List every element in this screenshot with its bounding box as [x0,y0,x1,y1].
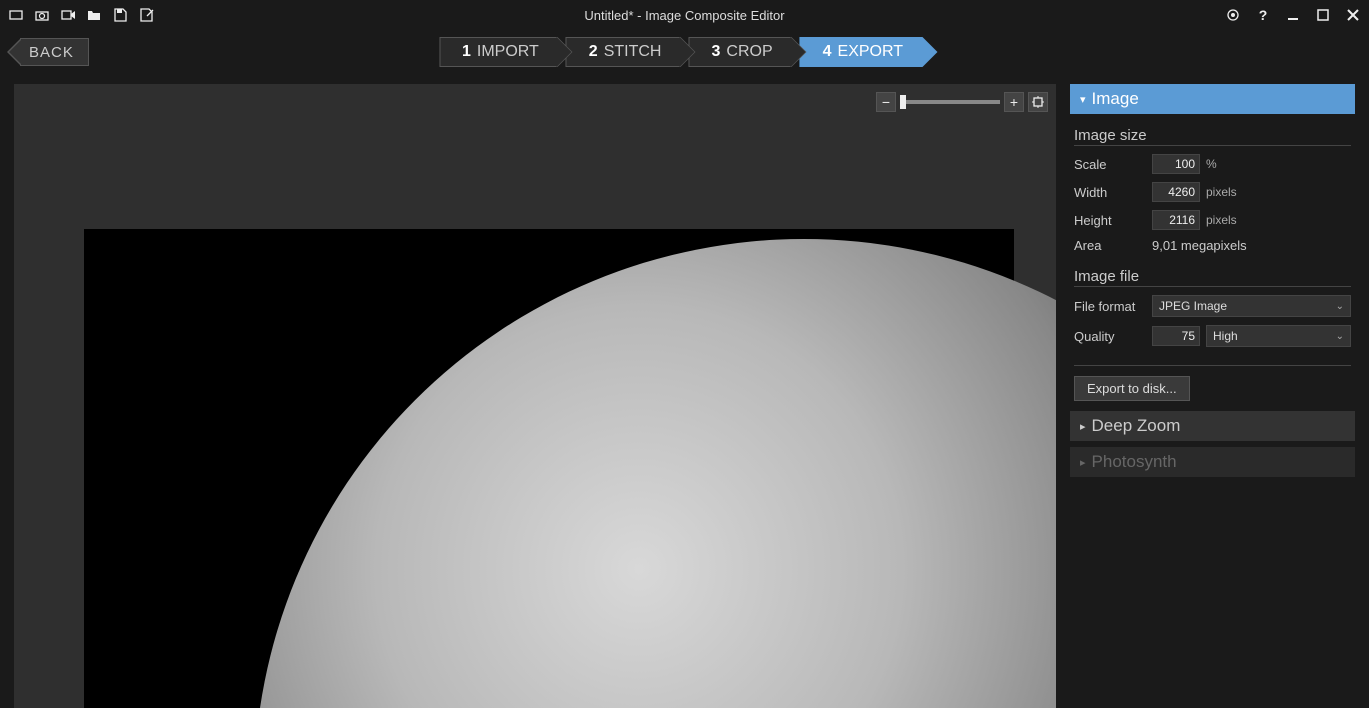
zoom-fit-button[interactable] [1028,92,1048,112]
height-label: Height [1074,213,1152,228]
panel-header-image[interactable]: ▾ Image [1070,84,1355,114]
section-image-file: Image file [1074,267,1351,287]
height-input[interactable] [1152,210,1200,230]
step-crop[interactable]: 3CROP [688,37,791,67]
save-as-icon[interactable] [138,7,154,23]
area-value: 9,01 megapixels [1152,238,1247,253]
format-value: JPEG Image [1159,299,1227,313]
save-icon[interactable] [112,7,128,23]
height-unit: pixels [1206,213,1237,227]
chevron-down-icon: ⌄ [1336,301,1344,312]
format-select[interactable]: JPEG Image ⌄ [1152,295,1351,317]
chevron-right-icon: ▸ [1080,420,1086,433]
panel-body-image: Image size Scale % Width pixels Height p… [1070,120,1355,405]
scale-unit: % [1206,157,1217,171]
panel-header-deepzoom[interactable]: ▸ Deep Zoom [1070,411,1355,441]
zoom-controls: − + [876,92,1048,112]
new-panorama-icon[interactable] [8,7,24,23]
panorama-preview [84,229,1014,708]
titlebar: Untitled* - Image Composite Editor ? [0,0,1369,30]
scale-input[interactable] [1152,154,1200,174]
zoom-slider[interactable] [900,100,1000,104]
minimize-icon[interactable] [1285,7,1301,23]
back-button[interactable]: BACK [20,38,89,66]
step-bar: BACK 1IMPORT 2STITCH 3CROP 4EXPORT [0,30,1369,74]
width-input[interactable] [1152,182,1200,202]
close-icon[interactable] [1345,7,1361,23]
panel-header-deepzoom-label: Deep Zoom [1092,416,1181,436]
preview-canvas[interactable]: − + [14,84,1056,708]
export-to-disk-button[interactable]: Export to disk... [1074,376,1190,401]
quality-preset-value: High [1213,329,1238,343]
panel-header-photosynth[interactable]: ▸ Photosynth [1070,447,1355,477]
chevron-down-icon: ⌄ [1336,331,1344,342]
chevron-down-icon: ▾ [1080,93,1086,106]
panel-header-image-label: Image [1092,89,1139,109]
open-icon[interactable] [86,7,102,23]
quality-input[interactable] [1152,326,1200,346]
maximize-icon[interactable] [1315,7,1331,23]
quality-label: Quality [1074,329,1152,344]
window-title: Untitled* - Image Composite Editor [584,8,784,23]
step-export[interactable]: 4EXPORT [800,37,922,67]
section-image-size: Image size [1074,126,1351,146]
scale-label: Scale [1074,157,1152,172]
step-stitch[interactable]: 2STITCH [566,37,681,67]
right-panel: ▾ Image Image size Scale % Width pixels … [1070,84,1355,708]
area-label: Area [1074,238,1152,253]
width-unit: pixels [1206,185,1237,199]
format-label: File format [1074,299,1152,314]
chevron-right-icon: ▸ [1080,456,1086,469]
new-from-camera-icon[interactable] [34,7,50,23]
gear-icon[interactable] [1225,7,1241,23]
width-label: Width [1074,185,1152,200]
step-import[interactable]: 1IMPORT [439,37,558,67]
zoom-out-button[interactable]: − [876,92,896,112]
zoom-in-button[interactable]: + [1004,92,1024,112]
help-icon[interactable]: ? [1255,7,1271,23]
quality-preset-select[interactable]: High ⌄ [1206,325,1351,347]
new-from-video-icon[interactable] [60,7,76,23]
panel-header-photosynth-label: Photosynth [1092,452,1177,472]
